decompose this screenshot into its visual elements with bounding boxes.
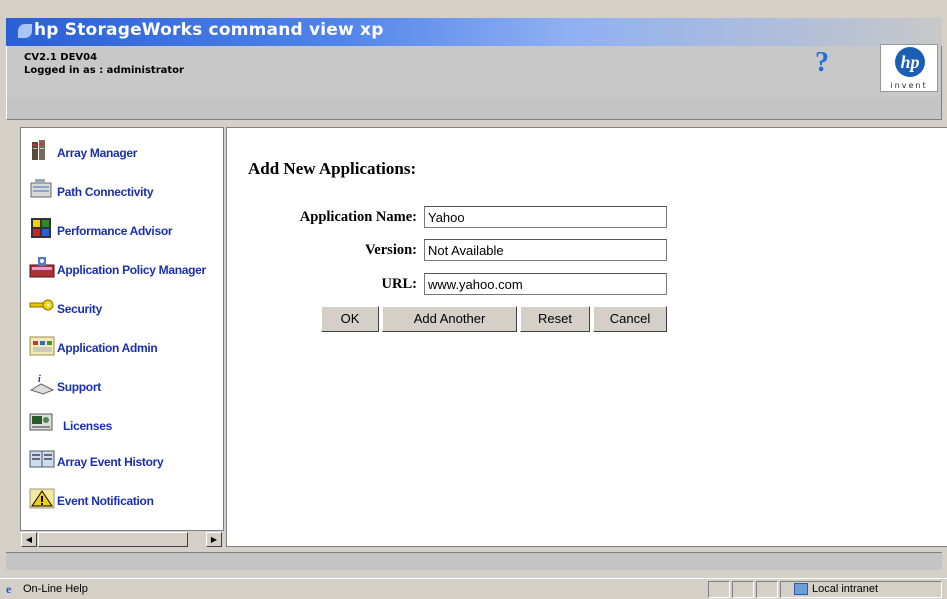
local-intranet-icon — [794, 583, 808, 595]
key-icon — [29, 294, 57, 318]
scroll-left-icon[interactable]: ◀ — [21, 532, 37, 547]
ok-button[interactable]: OK — [321, 306, 379, 332]
sidebar-item-path-connectivity[interactable]: Path Connectivity — [29, 171, 154, 201]
path-connectivity-icon — [29, 177, 57, 201]
scroll-right-icon[interactable]: ▶ — [206, 532, 222, 547]
sidebar-item-security[interactable]: Security — [29, 288, 102, 318]
event-history-icon — [29, 447, 57, 471]
help-icon[interactable]: ? — [810, 49, 834, 77]
version-input[interactable] — [424, 239, 667, 261]
performance-advisor-icon — [29, 216, 57, 240]
array-manager-icon — [29, 138, 57, 162]
sidebar-item-label: Security — [57, 302, 102, 316]
main-content: Add New Applications: Application Name: … — [226, 127, 947, 547]
zone-label: Local intranet — [812, 583, 879, 595]
cancel-button[interactable]: Cancel — [593, 306, 667, 332]
sidebar-item-performance-advisor[interactable]: Performance Advisor — [29, 210, 173, 240]
add-another-button[interactable]: Add Another — [382, 306, 517, 332]
status-cell — [756, 581, 778, 598]
ie-page-icon: e — [6, 582, 12, 596]
sidebar-item-label: Licenses — [63, 419, 112, 433]
status-help-text: On-Line Help — [23, 583, 88, 595]
title-bar: hp StorageWorks command view xp — [6, 18, 942, 46]
url-input[interactable] — [424, 273, 667, 295]
scrollbar-thumb[interactable] — [38, 532, 188, 547]
frame-border — [6, 552, 942, 570]
application-policy-icon — [29, 255, 57, 279]
svg-text:i: i — [38, 374, 41, 385]
form-title: Add New Applications: — [248, 159, 417, 178]
sidebar-item-application-policy-manager[interactable]: Application Policy Manager — [29, 249, 206, 279]
sidebar-item-event-notification[interactable]: Event Notification — [29, 480, 154, 510]
header-divider — [6, 98, 942, 120]
sidebar-nav: Array Manager Path Connectivity Performa… — [20, 127, 224, 547]
sidebar-item-label: Event Notification — [57, 494, 154, 508]
status-help[interactable]: e On-Line Help — [6, 583, 88, 595]
application-name-label: Application Name: — [299, 209, 417, 225]
sidebar-item-label: Application Admin — [57, 341, 158, 355]
sidebar-item-support[interactable]: i Support — [29, 366, 101, 396]
sidebar-horizontal-scrollbar[interactable]: ◀ ▶ — [20, 530, 224, 547]
reset-button[interactable]: Reset — [520, 306, 590, 332]
sidebar-item-application-admin[interactable]: Application Admin — [29, 327, 158, 357]
sidebar-item-label: Array Manager — [57, 146, 138, 160]
sidebar-item-array-event-history[interactable]: Array Event History — [29, 441, 164, 471]
hp-logo-tagline: invent — [890, 81, 928, 90]
sidebar-item-label: Performance Advisor — [57, 224, 173, 238]
licenses-icon — [29, 411, 57, 435]
status-cell — [708, 581, 730, 598]
application-name-input[interactable] — [424, 206, 667, 228]
app-title: hp StorageWorks command view xp — [34, 20, 384, 40]
sidebar-item-label: Array Event History — [57, 455, 164, 469]
status-cell — [732, 581, 754, 598]
hp-logo: hp invent — [880, 44, 938, 92]
login-status: Logged in as : administrator — [24, 65, 184, 76]
version-label: Version: — [365, 242, 417, 258]
sidebar-item-licenses[interactable]: Licenses — [29, 405, 112, 435]
url-label: URL: — [381, 276, 417, 292]
application-admin-icon — [29, 333, 57, 357]
hp-logo-mark: hp — [895, 47, 925, 77]
hp-swoosh-icon — [18, 24, 32, 38]
sidebar-item-label: Application Policy Manager — [57, 263, 206, 277]
status-bar: e On-Line Help Local intranet — [0, 578, 947, 599]
support-icon: i — [29, 372, 57, 396]
app-window: { "app": { "title": "hp StorageWorks com… — [0, 0, 947, 599]
sidebar-item-label: Path Connectivity — [57, 185, 154, 199]
sidebar-item-array-manager[interactable]: Array Manager — [29, 132, 137, 162]
version-label: CV2.1 DEV04 — [24, 52, 98, 63]
warning-icon — [29, 486, 57, 510]
sidebar-item-label: Support — [57, 380, 101, 394]
